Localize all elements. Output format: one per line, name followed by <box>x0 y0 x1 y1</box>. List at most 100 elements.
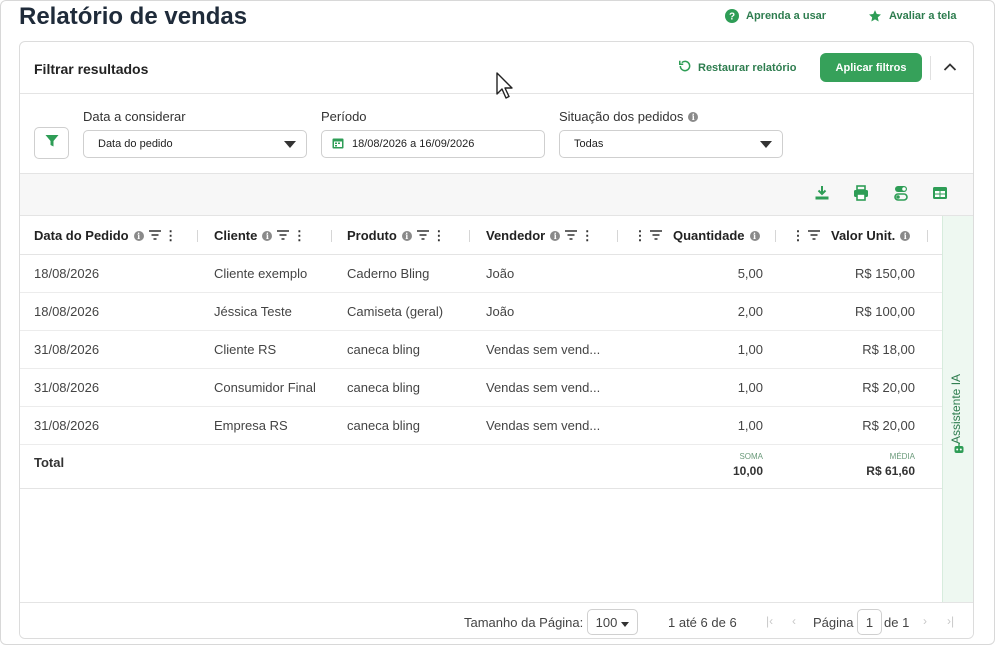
info-icon: i <box>550 230 561 241</box>
current-page-value: 1 <box>865 614 874 630</box>
download-button[interactable] <box>813 185 831 204</box>
table-header: Data do Pedido i ⋮ Cliente i ⋮ Produto i <box>20 216 942 255</box>
toggle-icon <box>893 185 909 206</box>
print-button[interactable] <box>852 184 870 206</box>
column-title: Cliente <box>214 228 258 243</box>
help-link-label: Aprenda a usar <box>746 10 827 22</box>
total-label: Total <box>34 455 65 470</box>
order-status-select[interactable]: Todas <box>559 130 783 158</box>
column-divider <box>469 230 470 242</box>
apply-filters-button[interactable]: Aplicar filtros <box>820 53 922 82</box>
restore-report-button[interactable]: Restaurar relatório <box>678 59 796 76</box>
ai-assistant-tab[interactable]: Assistente IA <box>942 216 973 616</box>
column-title: Valor Unit. <box>831 228 896 243</box>
current-page-input[interactable]: 1 <box>857 609 882 635</box>
toggle-view-button[interactable] <box>892 185 910 206</box>
column-divider <box>331 230 332 242</box>
column-menu-icon[interactable]: ⋮ <box>634 228 647 244</box>
date-type-value: Data do pedido <box>98 138 173 150</box>
cell-produto: caneca bling <box>347 418 420 433</box>
table-row[interactable]: 31/08/2026 Cliente RS caneca bling Venda… <box>20 331 942 369</box>
column-header-produto[interactable]: Produto i ⋮ <box>347 216 445 255</box>
column-header-cliente[interactable]: Cliente i ⋮ <box>214 216 306 255</box>
print-icon <box>853 184 869 206</box>
column-title: Produto <box>347 228 397 243</box>
cell-cliente: Empresa RS <box>214 418 288 433</box>
column-menu-icon[interactable]: ⋮ <box>581 228 594 244</box>
column-title: Vendedor <box>486 228 546 243</box>
column-menu-icon[interactable]: ⋮ <box>792 228 805 244</box>
column-filter-icon[interactable] <box>565 228 578 243</box>
robot-icon <box>953 442 965 460</box>
cell-vendedor: João <box>486 266 515 281</box>
page-total-text: de 1 <box>884 615 910 630</box>
divider <box>930 56 931 80</box>
column-filter-icon[interactable] <box>650 228 662 243</box>
chevron-down-icon <box>621 615 630 630</box>
column-title: Data do Pedido <box>34 228 129 243</box>
filter-icon <box>45 134 59 153</box>
restore-report-label: Restaurar relatório <box>698 61 797 74</box>
sum-value: 10,00 <box>732 464 763 478</box>
column-divider <box>617 230 618 242</box>
restore-icon <box>678 59 692 76</box>
cell-quantidade: 1,00 <box>737 342 763 357</box>
page-range-text: 1 até 6 de 6 <box>668 615 737 630</box>
column-filter-icon[interactable] <box>808 228 820 243</box>
table-toolbar <box>20 174 973 216</box>
column-filter-icon[interactable] <box>148 228 161 243</box>
info-icon: i <box>133 230 144 241</box>
column-header-data-pedido[interactable]: Data do Pedido i ⋮ <box>34 216 177 255</box>
chevron-down-icon <box>760 141 772 148</box>
last-page-button[interactable]: ›| <box>947 614 954 628</box>
next-page-button[interactable]: › <box>923 614 927 628</box>
question-icon: ? <box>725 9 739 23</box>
cell-vendedor: Vendas sem vend... <box>486 380 601 395</box>
cell-produto: Caderno Bling <box>347 266 430 281</box>
filter-toggle-button[interactable] <box>34 127 69 159</box>
table-layout-button[interactable] <box>931 186 949 204</box>
chevron-up-icon <box>943 59 957 77</box>
filter-fields: Data a considerar Data do pedido Período… <box>20 94 973 174</box>
date-type-select[interactable]: Data do pedido <box>83 130 307 158</box>
cell-produto: Camiseta (geral) <box>347 304 444 319</box>
column-header-valor-unit[interactable]: ⋮ Valor Unit. i <box>792 216 911 255</box>
column-menu-icon[interactable]: ⋮ <box>432 228 445 244</box>
column-menu-icon[interactable]: ⋮ <box>293 228 306 244</box>
table-icon <box>932 186 948 205</box>
table-row[interactable]: 31/08/2026 Consumidor Final caneca bling… <box>20 369 942 407</box>
rate-link[interactable]: Avaliar a tela <box>868 9 956 23</box>
collapse-filters-button[interactable] <box>938 56 962 80</box>
cell-data: 31/08/2026 <box>34 418 100 433</box>
column-title: Quantidade <box>673 228 745 243</box>
first-page-button[interactable]: |‹ <box>766 614 773 628</box>
page-size-label: Tamanho da Página: <box>464 615 584 630</box>
column-menu-icon[interactable]: ⋮ <box>164 228 177 244</box>
page-size-select[interactable]: 100 <box>587 609 638 635</box>
column-filter-icon[interactable] <box>277 228 290 243</box>
table-row[interactable]: 18/08/2026 Cliente exemplo Caderno Bling… <box>20 255 942 293</box>
column-filter-icon[interactable] <box>416 228 429 243</box>
cell-cliente: Jéssica Teste <box>214 304 292 319</box>
table-row[interactable]: 31/08/2026 Empresa RS caneca bling Venda… <box>20 407 942 445</box>
column-header-quantidade[interactable]: ⋮ Quantidade i <box>634 216 760 255</box>
cell-quantidade: 2,00 <box>737 304 763 319</box>
help-link[interactable]: ? Aprenda a usar <box>725 9 826 23</box>
cell-cliente: Cliente exemplo <box>214 266 308 281</box>
filter-title: Filtrar resultados <box>34 61 149 77</box>
previous-page-button[interactable]: ‹ <box>792 614 796 628</box>
star-icon <box>868 9 882 23</box>
total-row: Total SOMA 10,00 MÉDIA R$ 61,60 <box>20 445 942 489</box>
cell-vendedor: Vendas sem vend... <box>486 342 601 357</box>
calendar-icon <box>332 137 344 152</box>
average-value: R$ 61,60 <box>866 464 915 478</box>
table-row[interactable]: 18/08/2026 Jéssica Teste Camiseta (geral… <box>20 293 942 331</box>
app-frame: Relatório de vendas ? Aprenda a usar Ava… <box>0 0 995 645</box>
period-input[interactable]: 18/08/2026 a 16/09/2026 <box>321 130 545 158</box>
cell-quantidade: 5,00 <box>737 266 763 281</box>
column-header-vendedor[interactable]: Vendedor i ⋮ <box>486 216 594 255</box>
cell-vendedor: Vendas sem vend... <box>486 418 601 433</box>
average-label: MÉDIA <box>889 452 915 461</box>
column-divider <box>775 230 776 242</box>
cell-cliente: Consumidor Final <box>214 380 316 395</box>
